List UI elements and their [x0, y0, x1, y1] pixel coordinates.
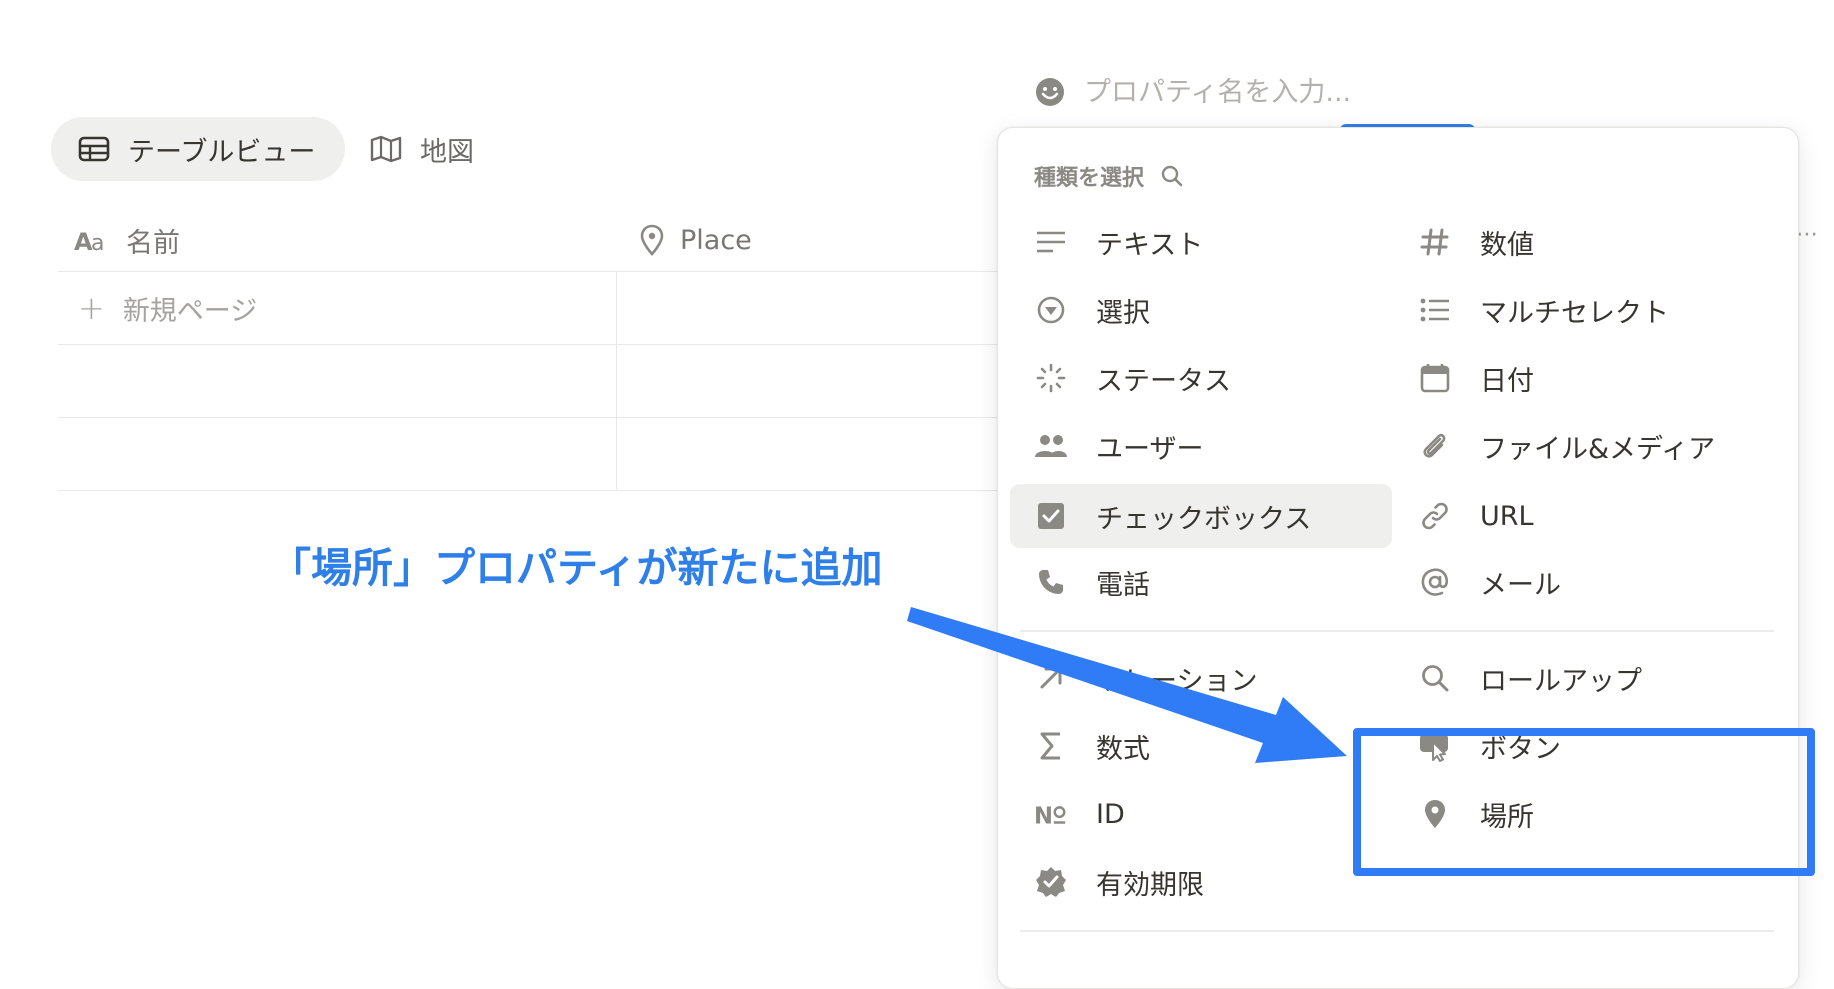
- annotation-arrow: [907, 607, 1347, 763]
- arrow-shape: [907, 607, 1347, 763]
